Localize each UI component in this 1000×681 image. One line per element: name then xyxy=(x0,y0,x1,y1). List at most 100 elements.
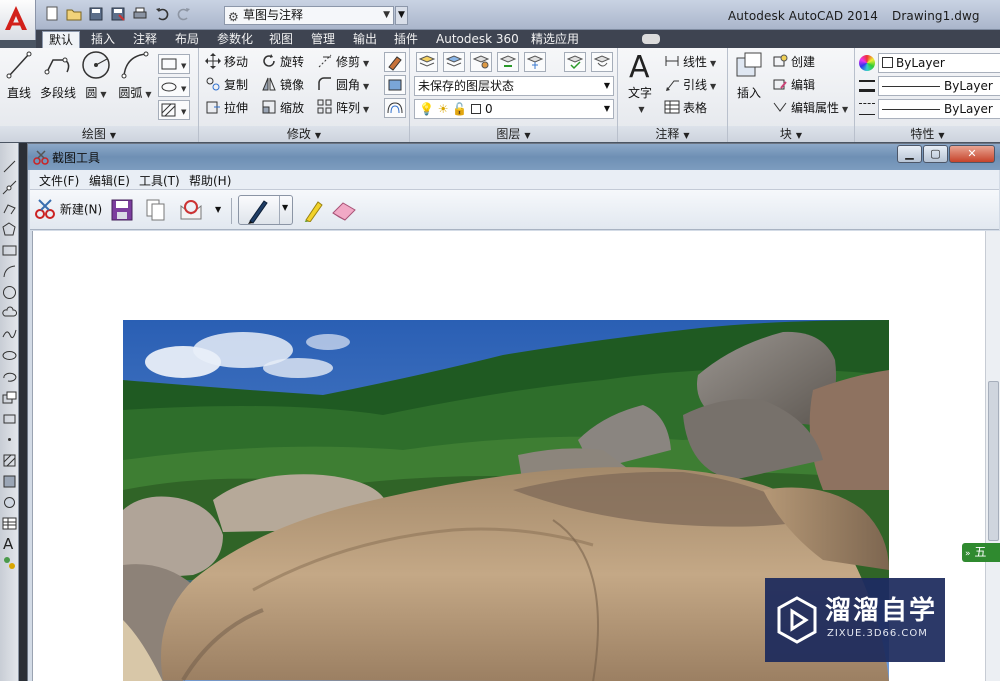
tab-output[interactable]: 输出 xyxy=(347,31,383,48)
layer-on-button[interactable] xyxy=(564,52,586,72)
circle-icon[interactable] xyxy=(2,285,17,300)
ellipse-arc-icon[interactable] xyxy=(2,369,17,384)
edit-block-tool[interactable]: 编辑 xyxy=(772,75,815,95)
close-button[interactable]: ✕ xyxy=(949,145,995,163)
mirror-tool[interactable]: 镜像 xyxy=(261,75,304,95)
construction-line-icon[interactable] xyxy=(2,180,17,195)
layer-properties-button[interactable] xyxy=(416,52,438,72)
insert-block-icon[interactable] xyxy=(2,390,17,405)
ribbon-minimize-icon[interactable] xyxy=(642,34,660,44)
panel-draw-title[interactable]: 绘图 ▼ xyxy=(0,126,198,142)
edit-attributes-tool[interactable]: 编辑属性 ▼ xyxy=(772,98,848,118)
application-menu-button[interactable] xyxy=(0,0,36,40)
region-icon[interactable] xyxy=(2,495,17,510)
scale-tool[interactable]: 缩放 xyxy=(261,98,304,118)
qat-customize-button[interactable]: ▼ xyxy=(395,6,408,25)
highlighter-icon[interactable] xyxy=(300,198,324,222)
copy-snip-icon[interactable] xyxy=(144,198,168,222)
polyline-icon[interactable] xyxy=(2,201,17,216)
layer-dropdown[interactable]: 💡 ☀ 🔓 0 ▼ xyxy=(414,99,614,119)
tab-addins[interactable]: 插件 xyxy=(388,31,424,48)
layer-lock-button[interactable] xyxy=(591,52,613,72)
linetype-icon[interactable] xyxy=(859,103,875,115)
layer-isolate-button[interactable] xyxy=(470,52,492,72)
layer-match-button[interactable] xyxy=(497,52,519,72)
rectangle-icon[interactable] xyxy=(2,243,17,258)
create-block-tool[interactable]: 创建 xyxy=(772,52,815,72)
send-snip-icon[interactable] xyxy=(178,198,206,222)
tab-manage[interactable]: 管理 xyxy=(305,31,341,48)
menu-help[interactable]: 帮助(H) xyxy=(189,172,231,189)
send-snip-dropdown[interactable]: ▼ xyxy=(215,198,221,222)
arc-icon[interactable] xyxy=(2,264,17,279)
offset-tool[interactable] xyxy=(384,98,406,118)
tab-autodesk-360[interactable]: Autodesk 360 xyxy=(430,31,525,48)
gradient-icon[interactable] xyxy=(2,474,17,489)
new-snip-button[interactable]: 新建(N) xyxy=(34,198,104,222)
panel-modify-title[interactable]: 修改 ▼ xyxy=(199,126,409,142)
tab-insert[interactable]: 插入 xyxy=(85,31,121,48)
eraser-icon[interactable] xyxy=(330,198,358,222)
panel-properties-title[interactable]: 特性 ▼ xyxy=(855,126,1000,142)
tab-featured-apps[interactable]: 精选应用 xyxy=(525,31,585,48)
tab-default[interactable]: 默认 xyxy=(42,31,81,48)
color-dropdown[interactable]: ByLayer xyxy=(878,53,1000,73)
rotate-tool[interactable]: 旋转 xyxy=(261,52,304,72)
lineweight-dropdown[interactable]: ByLayer xyxy=(878,76,1000,96)
panel-layers-title[interactable]: 图层 ▼ xyxy=(410,126,617,142)
fillet-tool[interactable]: 圆角 ▼ xyxy=(317,75,369,95)
trim-tool[interactable]: 修剪 ▼ xyxy=(317,52,369,72)
print-icon[interactable] xyxy=(132,6,148,22)
copy-tool[interactable]: 复制 xyxy=(205,75,248,95)
redo-icon[interactable] xyxy=(176,6,192,22)
new-file-icon[interactable] xyxy=(44,6,60,22)
rectangle-tool[interactable]: ▼ xyxy=(158,54,190,74)
save-as-icon[interactable] xyxy=(110,6,126,22)
save-icon[interactable] xyxy=(88,6,104,22)
panel-block-title[interactable]: 块 ▼ xyxy=(728,126,854,142)
revision-cloud-icon[interactable] xyxy=(2,306,17,321)
linetype-dropdown[interactable]: ByLayer xyxy=(878,99,1000,119)
panel-annotation-title[interactable]: 注释 ▼ xyxy=(618,126,727,142)
table-icon[interactable] xyxy=(2,516,17,531)
menu-file[interactable]: 文件(F) xyxy=(39,172,79,189)
multiline-text-icon[interactable]: A xyxy=(2,535,17,550)
array-tool[interactable]: 阵列 ▼ xyxy=(317,98,369,118)
tab-layout[interactable]: 布局 xyxy=(169,31,205,48)
hatch-tool[interactable]: ▼ xyxy=(158,100,190,120)
erase-tool[interactable] xyxy=(384,52,406,72)
polyline-tool[interactable]: 多段线 xyxy=(38,50,78,101)
ellipse-icon[interactable] xyxy=(2,348,17,363)
text-tool[interactable]: A 文字 ▼ xyxy=(624,50,656,115)
polygon-icon[interactable] xyxy=(2,222,17,237)
scrollbar-thumb[interactable] xyxy=(988,381,999,541)
move-tool[interactable]: 移动 xyxy=(205,52,248,72)
make-block-icon[interactable] xyxy=(2,411,17,426)
layer-state-dropdown[interactable]: 未保存的图层状态 ▼ xyxy=(414,76,614,96)
tab-view[interactable]: 视图 xyxy=(263,31,299,48)
explode-tool[interactable] xyxy=(384,75,406,95)
circle-tool[interactable]: 圆 ▼ xyxy=(80,50,112,101)
menu-tools[interactable]: 工具(T) xyxy=(139,172,180,189)
lineweight-icon[interactable] xyxy=(859,80,875,92)
tab-annotate[interactable]: 注释 xyxy=(127,31,163,48)
vertical-scrollbar[interactable] xyxy=(985,231,1000,681)
leader-tool[interactable]: 引线 ▼ xyxy=(664,75,716,95)
ime-indicator[interactable]: » 五 xyxy=(962,543,1000,562)
open-file-icon[interactable] xyxy=(66,6,82,22)
insert-block-tool[interactable]: 插入 xyxy=(732,50,766,101)
undo-icon[interactable] xyxy=(154,6,170,22)
line-tool[interactable]: 直线 xyxy=(4,50,34,101)
maximize-button[interactable]: ▢ xyxy=(923,145,948,163)
spline-icon[interactable] xyxy=(2,327,17,342)
minimize-button[interactable]: ▁ xyxy=(897,145,922,163)
layer-states-button[interactable] xyxy=(443,52,465,72)
menu-edit[interactable]: 编辑(E) xyxy=(89,172,130,189)
color-wheel-icon[interactable] xyxy=(859,55,875,71)
save-snip-icon[interactable] xyxy=(110,198,134,222)
stretch-tool[interactable]: 拉伸 xyxy=(205,98,248,118)
tab-parametric[interactable]: 参数化 xyxy=(211,31,259,48)
workspace-dropdown[interactable]: ⚙ 草图与注释 ▼ xyxy=(224,6,394,25)
add-selected-icon[interactable] xyxy=(2,555,17,570)
point-icon[interactable] xyxy=(2,432,17,447)
